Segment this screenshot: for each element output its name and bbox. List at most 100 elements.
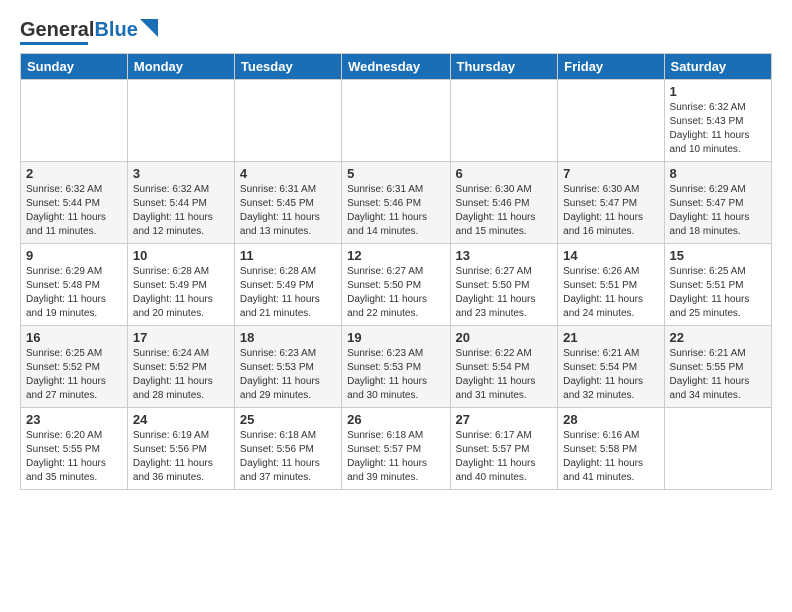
day-info: Sunrise: 6:26 AM Sunset: 5:51 PM Dayligh… bbox=[563, 265, 658, 321]
day-number: 14 bbox=[563, 248, 658, 263]
day-number: 11 bbox=[240, 248, 336, 263]
day-info: Sunrise: 6:25 AM Sunset: 5:52 PM Dayligh… bbox=[26, 347, 122, 403]
calendar-cell: 13 Sunrise: 6:27 AM Sunset: 5:50 PM Dayli… bbox=[450, 244, 558, 326]
day-number: 27 bbox=[456, 412, 553, 427]
day-number: 8 bbox=[670, 166, 766, 181]
day-number: 16 bbox=[26, 330, 122, 345]
day-number: 17 bbox=[133, 330, 229, 345]
day-info: Sunrise: 6:23 AM Sunset: 5:53 PM Dayligh… bbox=[347, 347, 444, 403]
day-info: Sunrise: 6:27 AM Sunset: 5:50 PM Dayligh… bbox=[456, 265, 553, 321]
day-number: 1 bbox=[670, 84, 766, 99]
day-info: Sunrise: 6:30 AM Sunset: 5:46 PM Dayligh… bbox=[456, 183, 553, 239]
calendar-header-monday: Monday bbox=[127, 54, 234, 80]
calendar-header-thursday: Thursday bbox=[450, 54, 558, 80]
day-info: Sunrise: 6:23 AM Sunset: 5:53 PM Dayligh… bbox=[240, 347, 336, 403]
day-info: Sunrise: 6:21 AM Sunset: 5:54 PM Dayligh… bbox=[563, 347, 658, 403]
calendar-week-4: 16 Sunrise: 6:25 AM Sunset: 5:52 PM Dayli… bbox=[21, 326, 772, 408]
day-number: 6 bbox=[456, 166, 553, 181]
calendar-cell bbox=[450, 80, 558, 162]
day-info: Sunrise: 6:32 AM Sunset: 5:44 PM Dayligh… bbox=[133, 183, 229, 239]
day-info: Sunrise: 6:30 AM Sunset: 5:47 PM Dayligh… bbox=[563, 183, 658, 239]
logo-arrow-icon bbox=[140, 19, 158, 37]
calendar-cell bbox=[342, 80, 450, 162]
day-number: 15 bbox=[670, 248, 766, 263]
day-info: Sunrise: 6:20 AM Sunset: 5:55 PM Dayligh… bbox=[26, 429, 122, 485]
calendar-cell: 15 Sunrise: 6:25 AM Sunset: 5:51 PM Dayli… bbox=[664, 244, 771, 326]
day-number: 2 bbox=[26, 166, 122, 181]
day-number: 20 bbox=[456, 330, 553, 345]
day-number: 9 bbox=[26, 248, 122, 263]
calendar-cell: 20Sunrise: 6:22 AM Sunset: 5:54 PM Dayli… bbox=[450, 326, 558, 408]
calendar-cell: 7 Sunrise: 6:30 AM Sunset: 5:47 PM Daylig… bbox=[558, 162, 664, 244]
calendar-cell: 14 Sunrise: 6:26 AM Sunset: 5:51 PM Dayli… bbox=[558, 244, 664, 326]
day-number: 7 bbox=[563, 166, 658, 181]
day-info: Sunrise: 6:24 AM Sunset: 5:52 PM Dayligh… bbox=[133, 347, 229, 403]
calendar-cell: 9 Sunrise: 6:29 AM Sunset: 5:48 PM Daylig… bbox=[21, 244, 128, 326]
day-info: Sunrise: 6:27 AM Sunset: 5:50 PM Dayligh… bbox=[347, 265, 444, 321]
day-info: Sunrise: 6:17 AM Sunset: 5:57 PM Dayligh… bbox=[456, 429, 553, 485]
calendar-cell: 16 Sunrise: 6:25 AM Sunset: 5:52 PM Dayli… bbox=[21, 326, 128, 408]
day-info: Sunrise: 6:25 AM Sunset: 5:51 PM Dayligh… bbox=[670, 265, 766, 321]
day-number: 13 bbox=[456, 248, 553, 263]
calendar-cell: 24 Sunrise: 6:19 AM Sunset: 5:56 PM Dayli… bbox=[127, 408, 234, 490]
day-number: 5 bbox=[347, 166, 444, 181]
calendar-cell: 8 Sunrise: 6:29 AM Sunset: 5:47 PM Daylig… bbox=[664, 162, 771, 244]
calendar-cell: 17 Sunrise: 6:24 AM Sunset: 5:52 PM Dayli… bbox=[127, 326, 234, 408]
page-header: General Blue bbox=[20, 16, 772, 45]
day-number: 23 bbox=[26, 412, 122, 427]
day-info: Sunrise: 6:21 AM Sunset: 5:55 PM Dayligh… bbox=[670, 347, 766, 403]
logo-text-blue: Blue bbox=[94, 20, 137, 40]
calendar-header-tuesday: Tuesday bbox=[234, 54, 341, 80]
day-info: Sunrise: 6:28 AM Sunset: 5:49 PM Dayligh… bbox=[240, 265, 336, 321]
day-info: Sunrise: 6:31 AM Sunset: 5:46 PM Dayligh… bbox=[347, 183, 444, 239]
day-number: 28 bbox=[563, 412, 658, 427]
logo-text-general: General bbox=[20, 20, 94, 40]
day-number: 4 bbox=[240, 166, 336, 181]
calendar-cell: 4 Sunrise: 6:31 AM Sunset: 5:45 PM Daylig… bbox=[234, 162, 341, 244]
calendar-cell bbox=[558, 80, 664, 162]
calendar-header-row: SundayMondayTuesdayWednesdayThursdayFrid… bbox=[21, 54, 772, 80]
day-info: Sunrise: 6:29 AM Sunset: 5:47 PM Dayligh… bbox=[670, 183, 766, 239]
calendar-header-wednesday: Wednesday bbox=[342, 54, 450, 80]
day-number: 10 bbox=[133, 248, 229, 263]
day-number: 18 bbox=[240, 330, 336, 345]
calendar-header-friday: Friday bbox=[558, 54, 664, 80]
day-info: Sunrise: 6:28 AM Sunset: 5:49 PM Dayligh… bbox=[133, 265, 229, 321]
calendar-cell: 11 Sunrise: 6:28 AM Sunset: 5:49 PM Dayli… bbox=[234, 244, 341, 326]
day-info: Sunrise: 6:31 AM Sunset: 5:45 PM Dayligh… bbox=[240, 183, 336, 239]
calendar-cell: 2 Sunrise: 6:32 AM Sunset: 5:44 PM Daylig… bbox=[21, 162, 128, 244]
calendar-cell bbox=[21, 80, 128, 162]
calendar-cell bbox=[127, 80, 234, 162]
calendar-cell: 1 Sunrise: 6:32 AM Sunset: 5:43 PM Daylig… bbox=[664, 80, 771, 162]
day-number: 25 bbox=[240, 412, 336, 427]
calendar-cell: 19Sunrise: 6:23 AM Sunset: 5:53 PM Dayli… bbox=[342, 326, 450, 408]
day-info: Sunrise: 6:18 AM Sunset: 5:56 PM Dayligh… bbox=[240, 429, 336, 485]
day-info: Sunrise: 6:29 AM Sunset: 5:48 PM Dayligh… bbox=[26, 265, 122, 321]
calendar-cell: 28Sunrise: 6:16 AM Sunset: 5:58 PM Dayli… bbox=[558, 408, 664, 490]
day-number: 12 bbox=[347, 248, 444, 263]
calendar-cell bbox=[664, 408, 771, 490]
calendar-week-5: 23 Sunrise: 6:20 AM Sunset: 5:55 PM Dayli… bbox=[21, 408, 772, 490]
logo-underline bbox=[20, 42, 88, 45]
day-info: Sunrise: 6:32 AM Sunset: 5:44 PM Dayligh… bbox=[26, 183, 122, 239]
calendar-cell: 22 Sunrise: 6:21 AM Sunset: 5:55 PM Dayli… bbox=[664, 326, 771, 408]
calendar-header-saturday: Saturday bbox=[664, 54, 771, 80]
calendar-header-sunday: Sunday bbox=[21, 54, 128, 80]
day-number: 21 bbox=[563, 330, 658, 345]
calendar-week-3: 9 Sunrise: 6:29 AM Sunset: 5:48 PM Daylig… bbox=[21, 244, 772, 326]
calendar-cell: 6 Sunrise: 6:30 AM Sunset: 5:46 PM Daylig… bbox=[450, 162, 558, 244]
day-number: 3 bbox=[133, 166, 229, 181]
day-info: Sunrise: 6:32 AM Sunset: 5:43 PM Dayligh… bbox=[670, 101, 766, 157]
day-number: 22 bbox=[670, 330, 766, 345]
day-number: 24 bbox=[133, 412, 229, 427]
calendar-cell: 25 Sunrise: 6:18 AM Sunset: 5:56 PM Dayli… bbox=[234, 408, 341, 490]
day-info: Sunrise: 6:19 AM Sunset: 5:56 PM Dayligh… bbox=[133, 429, 229, 485]
calendar-week-1: 1 Sunrise: 6:32 AM Sunset: 5:43 PM Daylig… bbox=[21, 80, 772, 162]
calendar-table: SundayMondayTuesdayWednesdayThursdayFrid… bbox=[20, 53, 772, 490]
calendar-cell: 10 Sunrise: 6:28 AM Sunset: 5:49 PM Dayli… bbox=[127, 244, 234, 326]
logo: General Blue bbox=[20, 20, 158, 45]
calendar-cell bbox=[234, 80, 341, 162]
calendar-cell: 18 Sunrise: 6:23 AM Sunset: 5:53 PM Dayli… bbox=[234, 326, 341, 408]
calendar-cell: 23 Sunrise: 6:20 AM Sunset: 5:55 PM Dayli… bbox=[21, 408, 128, 490]
calendar-cell: 21 Sunrise: 6:21 AM Sunset: 5:54 PM Dayli… bbox=[558, 326, 664, 408]
